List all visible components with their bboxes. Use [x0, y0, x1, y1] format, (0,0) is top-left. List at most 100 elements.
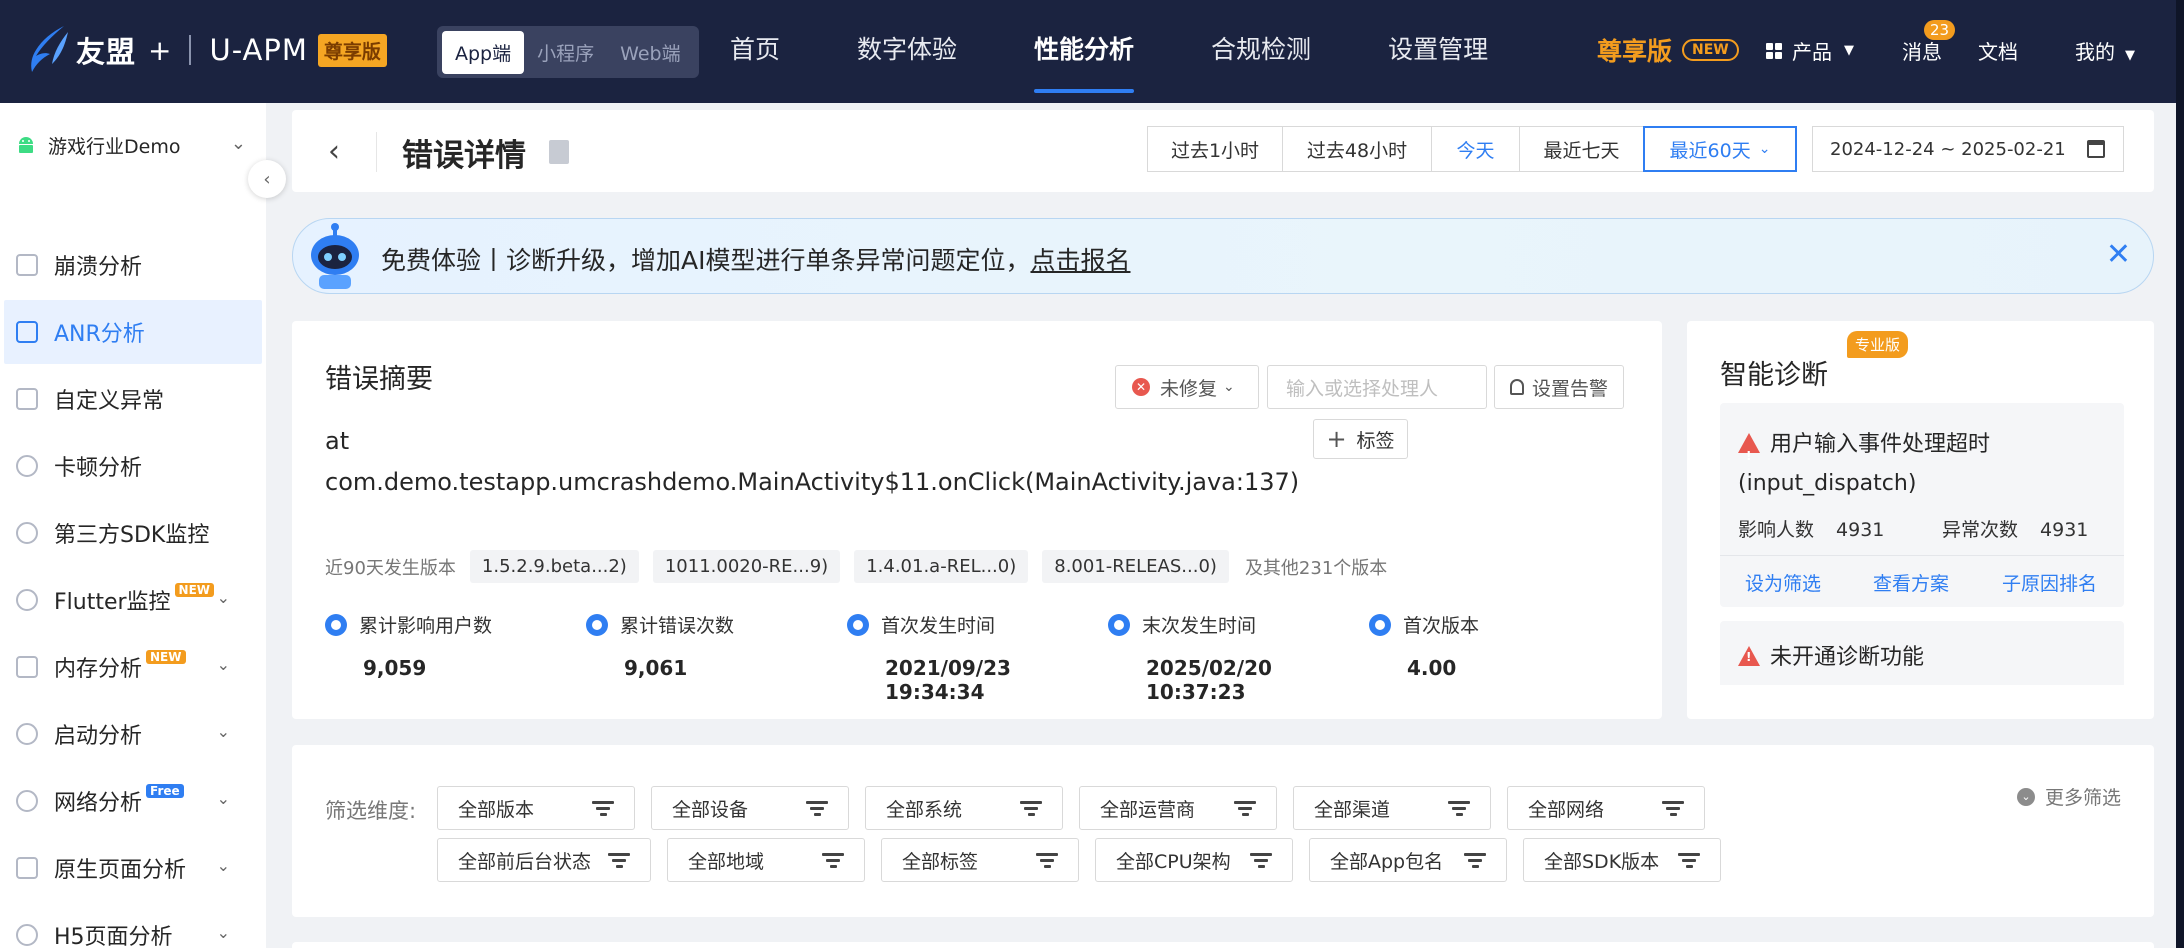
logo[interactable]: 友盟 + U-APM 尊享版: [24, 22, 387, 78]
docs-link[interactable]: 文档: [1978, 36, 2018, 65]
range-1h[interactable]: 过去1小时: [1147, 126, 1283, 172]
sidebar-item-anr[interactable]: ANR分析: [4, 300, 262, 364]
edition-badge: 尊享版: [317, 33, 387, 67]
filter-tag[interactable]: 全部标签: [881, 838, 1079, 882]
stat-value: 9,059: [363, 656, 427, 680]
filter-foreground-state[interactable]: 全部前后台状态: [437, 838, 651, 882]
filter-icon: [1448, 801, 1470, 817]
date-range-picker[interactable]: 2024-12-24 ~ 2025-02-21: [1812, 126, 2124, 172]
platform-switcher: App端 小程序 Web端: [437, 26, 699, 78]
sidebar-item-custom-exception[interactable]: 自定义异常: [0, 367, 266, 431]
diagnosis-item-title: 用户输入事件处理超时(input_dispatch): [1738, 425, 2108, 503]
filter-text: 全部版本: [458, 798, 535, 821]
filter-region[interactable]: 全部地域: [667, 838, 865, 882]
filter-app-package[interactable]: 全部App包名: [1309, 838, 1507, 882]
vip-link[interactable]: 尊享版 NEW: [1597, 32, 1739, 68]
filter-text: 全部CPU架构: [1116, 850, 1231, 873]
assignee-input[interactable]: 输入或选择处理人: [1267, 365, 1487, 409]
version-chip[interactable]: 1.5.2.9.beta...2): [469, 550, 639, 583]
sidebar-item-startup[interactable]: 启动分析 ⌄: [0, 702, 266, 766]
date-range-value: 2024-12-24 ~ 2025-02-21: [1830, 138, 2066, 160]
set-alarm-button[interactable]: 设置告警: [1494, 365, 1624, 409]
clock-icon: [847, 613, 869, 636]
chevron-down-icon: ⌄: [216, 722, 230, 741]
product-name: U-APM: [209, 33, 308, 67]
filter-icon: [592, 801, 614, 817]
version-chip[interactable]: 1011.0020-RE...9): [652, 550, 841, 583]
sub-cause-ranking-link[interactable]: 子原因排名: [2002, 569, 2097, 596]
chevron-left-icon: ‹: [263, 168, 271, 190]
sidebar-item-native-page[interactable]: 原生页面分析 ⌄: [0, 836, 266, 900]
nav-digital-experience[interactable]: 数字体验: [857, 0, 957, 103]
status-select[interactable]: ✕ 未修复 ⌄: [1115, 365, 1259, 409]
sidebar-item-network[interactable]: 网络分析 Free ⌄: [0, 769, 266, 833]
banner-signup-link[interactable]: 点击报名: [1030, 246, 1130, 275]
nav-settings[interactable]: 设置管理: [1388, 0, 1488, 103]
new-badge: NEW: [174, 583, 215, 597]
range-60d[interactable]: 最近60天 ⌄: [1643, 126, 1797, 172]
stat-first-version: 首次版本 4.00: [1369, 611, 1630, 704]
nav-compliance[interactable]: 合规检测: [1211, 0, 1311, 103]
stat-value: 2021/09/23 19:34:34: [885, 656, 1011, 704]
messages-link[interactable]: 消息 23: [1902, 20, 1956, 65]
stack-line: at: [325, 427, 350, 455]
chevron-down-icon: ⌄: [1223, 379, 1235, 395]
window-edge: [2176, 0, 2184, 948]
filter-cpu-arch[interactable]: 全部CPU架构: [1095, 838, 1293, 882]
filter-channel[interactable]: 全部渠道: [1293, 786, 1491, 830]
sdk-icon: [16, 522, 38, 544]
more-filters-toggle[interactable]: ⌄ 更多筛选: [2017, 783, 2121, 810]
filter-version[interactable]: 全部版本: [437, 786, 635, 830]
status-value: 未修复: [1160, 377, 1218, 400]
more-versions-link[interactable]: 及其他231个版本: [1245, 554, 1387, 580]
products-menu[interactable]: 产品 ▼: [1766, 36, 1854, 65]
sidebar-item-third-party-sdk[interactable]: 第三方SDK监控: [0, 501, 266, 565]
filter-icon: [1234, 801, 1256, 817]
filter-carrier[interactable]: 全部运营商: [1079, 786, 1277, 830]
nav-performance-analysis[interactable]: 性能分析: [1034, 0, 1135, 103]
error-stack-summary: at com.demo.testapp.umcrashdemo.MainActi…: [325, 421, 1299, 503]
stat-value: 2025/02/20 10:37:23: [1146, 656, 1272, 704]
version-chip[interactable]: 8.001-RELEAS...0): [1042, 550, 1229, 583]
sidebar-item-crash[interactable]: 崩溃分析: [0, 233, 266, 297]
filter-sdk-version[interactable]: 全部SDK版本: [1523, 838, 1721, 882]
brand-divider: [189, 35, 192, 65]
platform-web-tab[interactable]: Web端: [607, 31, 693, 74]
gauge-icon: [16, 589, 38, 611]
view-solution-link[interactable]: 查看方案: [1873, 569, 1949, 596]
sidebar-item-flutter[interactable]: Flutter监控 NEW ⌄: [0, 568, 266, 632]
collapse-sidebar-button[interactable]: ‹: [248, 160, 286, 198]
range-today[interactable]: 今天: [1431, 126, 1520, 172]
sidebar-item-h5-page[interactable]: H5页面分析 ⌄: [0, 903, 266, 948]
bookmark-icon[interactable]: [549, 140, 569, 164]
sidebar-item-lag[interactable]: 卡顿分析: [0, 434, 266, 498]
back-arrow-icon[interactable]: ‹: [328, 134, 340, 169]
h5-icon: [16, 924, 38, 946]
stat-first-occurrence: 首次发生时间 2021/09/23 19:34:34: [847, 611, 1108, 704]
filter-device[interactable]: 全部设备: [651, 786, 849, 830]
app-name: 游戏行业Demo: [48, 135, 181, 158]
app-selector[interactable]: 游戏行业Demo ⌄: [16, 123, 246, 167]
range-7d[interactable]: 最近七天: [1519, 126, 1644, 172]
platform-app-tab[interactable]: App端: [442, 30, 525, 74]
brand-plus: +: [148, 33, 172, 67]
promo-banner: 免费体验丨诊断升级，增加AI模型进行单条异常问题定位，点击报名 ✕: [292, 218, 2154, 294]
filter-os[interactable]: 全部系统: [865, 786, 1063, 830]
close-icon[interactable]: ✕: [2106, 237, 2131, 272]
diagnosis-item: 用户输入事件处理超时(input_dispatch) 影响人数 4931 异常次数…: [1720, 403, 2124, 607]
chevron-down-icon: ⌄: [216, 923, 230, 942]
filter-network[interactable]: 全部网络: [1507, 786, 1705, 830]
count-label: 异常次数: [1942, 519, 2019, 541]
version-chip[interactable]: 1.4.01.a-REL...0): [854, 550, 1029, 583]
platform-miniprogram-tab[interactable]: 小程序: [524, 31, 607, 74]
range-48h[interactable]: 过去48小时: [1282, 126, 1432, 172]
set-filter-link[interactable]: 设为筛选: [1745, 569, 1821, 596]
filter-icon: [1250, 853, 1272, 869]
account-menu[interactable]: 我的 ▼: [2075, 36, 2135, 65]
add-tag-button[interactable]: + 标签: [1313, 419, 1408, 459]
sidebar-item-memory[interactable]: 内存分析 NEW ⌄: [0, 635, 266, 699]
stat-value: 9,061: [624, 656, 688, 680]
brand-name: 友盟: [76, 35, 137, 69]
warning-icon: [1738, 433, 1760, 476]
nav-home[interactable]: 首页: [730, 0, 780, 103]
